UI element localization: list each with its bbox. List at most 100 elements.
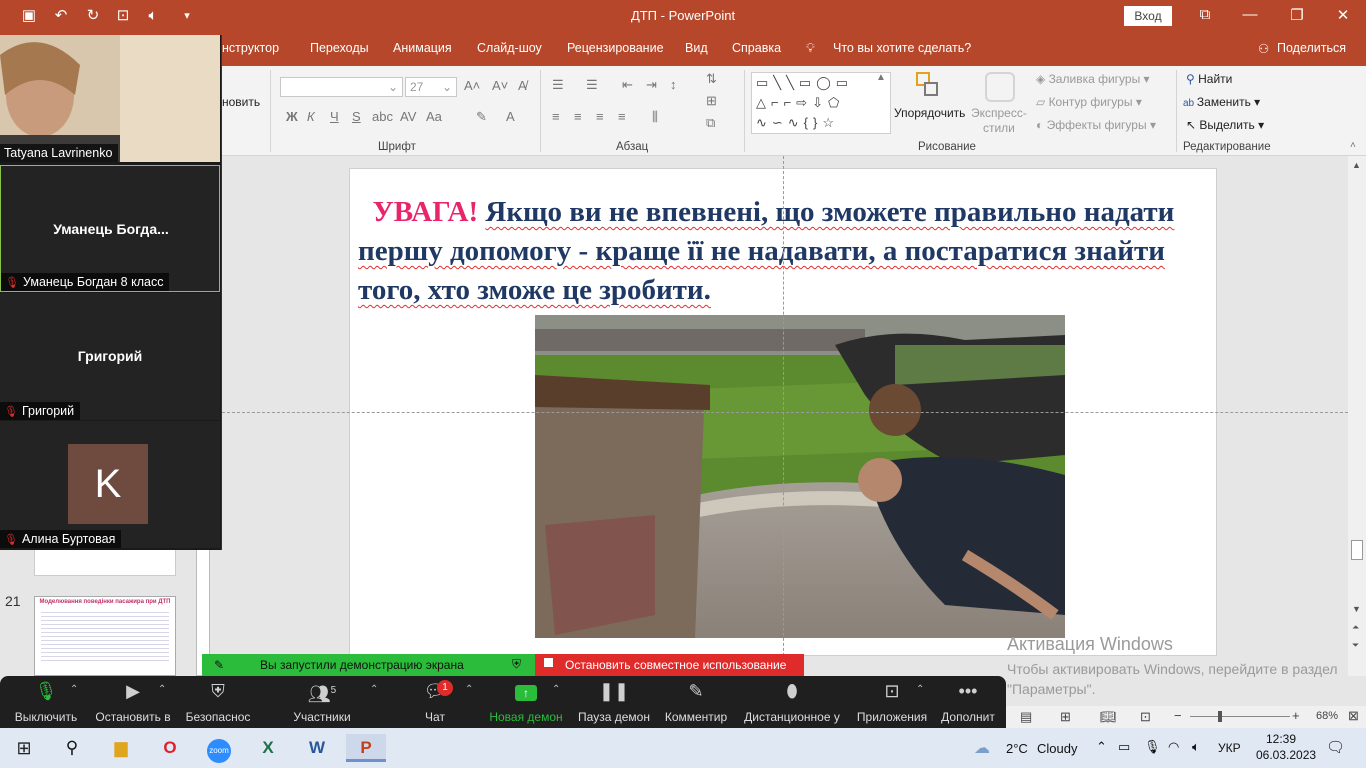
- scroll-thumb[interactable]: [1351, 540, 1363, 560]
- search-icon[interactable]: ⚲: [52, 734, 92, 762]
- quick-styles-button[interactable]: Экспресс- стили: [971, 106, 1027, 136]
- chevron-up-icon[interactable]: ⌃: [70, 684, 78, 695]
- select-button[interactable]: ↖ Выделить ▾: [1186, 118, 1264, 132]
- weather-text[interactable]: Cloudy: [1037, 741, 1077, 756]
- bold-icon[interactable]: Ж: [286, 109, 298, 124]
- change-case-icon[interactable]: Aa: [426, 109, 442, 124]
- maximize-icon[interactable]: ❐: [1282, 6, 1312, 24]
- shapes-gallery[interactable]: ▭╲╲▭◯▭ △⌐⌐⇨⇩⬠ ∿∽∿{}☆: [751, 72, 891, 134]
- chevron-up-icon[interactable]: ⌃: [158, 684, 166, 695]
- clear-format-icon[interactable]: A̸: [518, 78, 527, 93]
- share-button[interactable]: Поделиться: [1277, 41, 1346, 55]
- chevron-up-icon[interactable]: ▲: [876, 72, 886, 83]
- font-size-combo[interactable]: 27 ⌄: [405, 77, 457, 97]
- arrange-button[interactable]: Упорядочить: [894, 106, 965, 120]
- chevron-up-icon[interactable]: ⌃: [1096, 739, 1107, 755]
- align-right-icon[interactable]: ≡: [596, 109, 604, 124]
- chevron-up-icon[interactable]: ⌃: [465, 684, 473, 695]
- pause-share-button[interactable]: ❚❚ Пауза демон: [574, 676, 654, 728]
- tab-slideshow[interactable]: Слайд-шоу: [477, 41, 542, 55]
- strikethrough-icon[interactable]: abc: [372, 109, 393, 124]
- battery-icon[interactable]: ▭: [1118, 739, 1130, 755]
- participants-button[interactable]: 👥︎5 Участники: [286, 676, 358, 728]
- align-left-icon[interactable]: ≡: [552, 109, 560, 124]
- participant-video[interactable]: Tatyana Lavrinenko: [0, 35, 220, 162]
- smartart-icon[interactable]: ⧉: [706, 115, 715, 131]
- slide-sorter-icon[interactable]: ⊞: [1060, 709, 1071, 725]
- zoom-in-icon[interactable]: +: [1292, 708, 1300, 723]
- windows-start-icon[interactable]: ⊞: [4, 734, 44, 762]
- scroll-up-icon[interactable]: ▲: [1352, 160, 1361, 170]
- chevron-up-icon[interactable]: ⌃: [370, 684, 378, 695]
- powerpoint-icon[interactable]: P: [346, 734, 386, 762]
- slideshow-view-icon[interactable]: ⊡: [1140, 709, 1151, 725]
- file-explorer-icon[interactable]: ▆: [101, 734, 141, 762]
- word-icon[interactable]: W: [297, 734, 337, 762]
- shadow-icon[interactable]: S: [352, 109, 361, 124]
- text-direction-icon[interactable]: ⇅: [706, 71, 717, 87]
- participant-tile[interactable]: Уманець Богда... 🎙︎ Уманець Богдан 8 клас…: [0, 165, 220, 292]
- tab-transitions[interactable]: Переходы: [310, 41, 369, 55]
- increase-indent-icon[interactable]: ⇥: [646, 77, 657, 93]
- shape-effects-button[interactable]: ◐ Эффекты фигуры ▾: [1036, 118, 1156, 132]
- underline-icon[interactable]: Ч: [330, 109, 339, 124]
- align-center-icon[interactable]: ≡: [574, 109, 582, 124]
- notifications-icon[interactable]: 🗨︎: [1326, 738, 1345, 756]
- numbering-icon[interactable]: ☰: [586, 77, 598, 93]
- align-text-icon[interactable]: ⊞: [706, 93, 717, 109]
- tab-design[interactable]: нструктор: [222, 41, 279, 55]
- chevron-up-icon[interactable]: ⌃: [916, 684, 924, 695]
- reset-button[interactable]: новить: [222, 95, 260, 109]
- tell-me-search[interactable]: Что вы хотите сделать?: [833, 41, 971, 55]
- italic-icon[interactable]: К: [307, 109, 315, 124]
- tab-help[interactable]: Справка: [732, 41, 781, 55]
- stop-share-button[interactable]: Остановить совместное использование: [535, 654, 804, 676]
- ribbon-display-icon[interactable]: ⧉: [1190, 6, 1220, 23]
- zoom-app-icon[interactable]: zoom: [199, 734, 239, 763]
- find-button[interactable]: ⚲ Найти: [1186, 72, 1232, 86]
- prev-slide-icon[interactable]: ⏶: [1352, 622, 1359, 633]
- chat-button[interactable]: 💬︎ Чат: [410, 676, 460, 728]
- shape-outline-button[interactable]: ▱ Контур фигуры ▾: [1036, 95, 1142, 109]
- line-spacing-icon[interactable]: ↕: [670, 77, 677, 92]
- replace-button[interactable]: ab Заменить ▾: [1183, 95, 1260, 109]
- chevron-up-icon[interactable]: ⌃: [552, 684, 560, 695]
- next-slide-icon[interactable]: ⏷: [1352, 640, 1359, 651]
- shrink-font-icon[interactable]: A˅: [492, 78, 508, 93]
- weather-temp[interactable]: 2°C: [1006, 741, 1028, 756]
- vertical-scrollbar[interactable]: ▲ ▼ ⏶ ⏷: [1348, 156, 1366, 676]
- slide-thumbnail-active[interactable]: Моделювання поведінки пасажира при ДТП: [34, 596, 176, 676]
- annotate-button[interactable]: ✎ Комментир: [660, 676, 732, 728]
- grow-font-icon[interactable]: A˄: [464, 78, 480, 93]
- participant-tile[interactable]: K 🎙︎ Алина Буртовая: [0, 421, 220, 548]
- collapse-ribbon-icon[interactable]: ˄: [1350, 140, 1356, 151]
- font-name-combo[interactable]: ⌄: [280, 77, 403, 97]
- opera-icon[interactable]: O: [150, 734, 190, 762]
- tab-view[interactable]: Вид: [685, 41, 708, 55]
- fit-slide-icon[interactable]: ⊠: [1348, 708, 1359, 724]
- font-color-icon[interactable]: A: [506, 109, 515, 124]
- char-spacing-icon[interactable]: AV: [400, 109, 416, 124]
- zoom-slider[interactable]: [1190, 716, 1290, 717]
- arrange-icon[interactable]: [916, 72, 944, 102]
- minimize-icon[interactable]: —: [1235, 6, 1265, 23]
- microphone-icon[interactable]: 🎙︎: [1144, 739, 1161, 755]
- zoom-level[interactable]: 68%: [1316, 710, 1338, 722]
- signin-button[interactable]: Вход: [1124, 6, 1172, 26]
- tab-animations[interactable]: Анимация: [393, 41, 452, 55]
- close-icon[interactable]: ✕: [1328, 6, 1358, 24]
- justify-icon[interactable]: ≡: [618, 109, 626, 124]
- clock-date[interactable]: 06.03.2023: [1256, 748, 1316, 762]
- guide-vertical[interactable]: [783, 156, 784, 676]
- quick-styles-icon[interactable]: [985, 72, 1015, 102]
- excel-icon[interactable]: X: [248, 734, 288, 762]
- slide-thumbnail[interactable]: [34, 548, 176, 576]
- tab-review[interactable]: Рецензирование: [567, 41, 664, 55]
- language-indicator[interactable]: УКР: [1218, 741, 1241, 755]
- more-button[interactable]: ••• Дополнит: [936, 676, 1000, 728]
- clock-time[interactable]: 12:39: [1266, 732, 1296, 746]
- wifi-icon[interactable]: ◠: [1168, 739, 1179, 755]
- security-button[interactable]: ⛨ Безопаснос: [182, 676, 254, 728]
- zoom-out-icon[interactable]: −: [1174, 708, 1182, 723]
- decrease-indent-icon[interactable]: ⇤: [622, 77, 633, 93]
